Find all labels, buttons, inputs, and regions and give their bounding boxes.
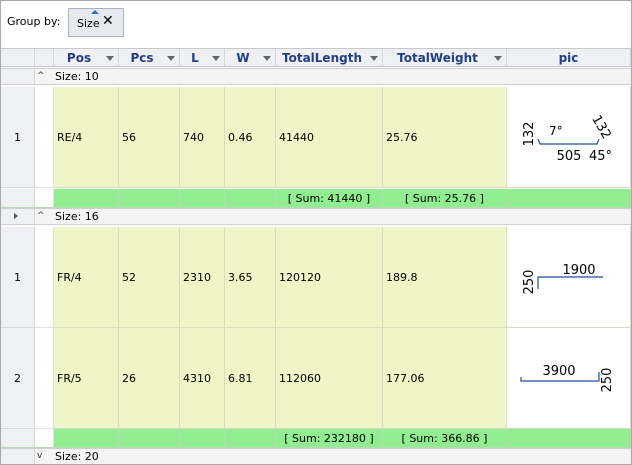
group-chip-label: Size [77,17,100,30]
cell-pos[interactable]: FR/4 [54,227,119,328]
filter-icon[interactable] [106,56,114,61]
bending-shape-drawing: 3900 250 [520,364,615,392]
table-row[interactable]: 1 RE/4 56 740 0.46 41440 25.76 132 7° 50… [1,87,631,188]
filter-icon[interactable] [212,56,220,61]
sum-total-weight: [ Sum: 25.76 ] [383,189,507,208]
header-indent [35,49,54,67]
cell-l[interactable]: 2310 [180,227,225,328]
cell-pcs[interactable]: 52 [119,227,180,328]
filter-icon[interactable] [167,56,175,61]
group-label: Size: 20 [55,450,99,463]
group-row-size-20[interactable]: v Size: 20 [1,448,631,464]
group-summary-row: [ Sum: 232180 ] [ Sum: 366.86 ] [1,429,631,448]
group-label: Size: 16 [55,210,99,223]
cell-total-weight[interactable]: 177.06 [383,328,507,429]
cell-pos[interactable]: FR/5 [54,328,119,429]
group-by-panel: Group by: Size ✕ [1,1,631,49]
header-pcs[interactable]: Pcs [119,49,180,67]
dim-left: 250 [522,269,537,294]
group-row-size-16[interactable]: ^ Size: 16 [1,208,631,225]
cell-total-weight[interactable]: 25.76 [383,87,507,188]
row-indent [35,227,54,328]
filter-icon[interactable] [370,56,378,61]
row-indent [35,87,54,188]
expand-icon[interactable]: v [37,449,42,464]
group-chip-size[interactable]: Size ✕ [68,8,124,37]
cell-pcs[interactable]: 26 [119,328,180,429]
dim-top: 3900 [542,364,575,379]
cell-pos[interactable]: RE/4 [54,87,119,188]
cell-l[interactable]: 4310 [180,328,225,429]
cell-w[interactable]: 3.65 [225,227,276,328]
table-row[interactable]: 2 FR/5 26 4310 6.81 112060 177.06 3900 2… [1,328,631,429]
dim-left: 132 [522,121,537,146]
grid-control: Group by: Size ✕ Pos Pcs L W TotalLength… [0,0,632,465]
current-row-icon [14,213,18,219]
cell-pic[interactable]: 3900 250 [507,328,631,429]
row-number: 2 [1,328,35,429]
dim-bottom: 505 [557,149,582,164]
row-number: 1 [1,227,35,328]
sum-total-length: [ Sum: 232180 ] [276,429,383,448]
cell-l[interactable]: 740 [180,87,225,188]
group-row-size-10[interactable]: ^ Size: 10 [1,68,631,85]
cell-total-length[interactable]: 41440 [276,87,383,188]
sum-total-length: [ Sum: 41440 ] [276,189,383,208]
header-pic[interactable]: pic [507,49,631,67]
cell-w[interactable]: 0.46 [225,87,276,188]
header-total-weight[interactable]: TotalWeight [383,49,507,67]
angle-left: 7° [549,124,563,138]
row-indicator [1,209,35,224]
header-pos[interactable]: Pos [54,49,119,67]
cell-total-weight[interactable]: 189.8 [383,227,507,328]
row-indent [35,328,54,429]
table-row[interactable]: 1 FR/4 52 2310 3.65 120120 189.8 250 190… [1,227,631,328]
dim-top: 1900 [562,263,595,278]
sum-total-weight: [ Sum: 366.86 ] [383,429,507,448]
bending-shape-drawing: 132 7° 505 132 45° [522,112,614,164]
row-indicator [1,69,35,84]
angle-right: 45° [589,149,612,164]
header-w[interactable]: W [225,49,276,67]
header-row-indicator [1,49,35,67]
cell-pic[interactable]: 132 7° 505 132 45° [507,87,631,188]
cell-pic[interactable]: 250 1900 [507,227,631,328]
group-by-label: Group by: [7,15,61,28]
group-summary-row: [ Sum: 41440 ] [ Sum: 25.76 ] [1,189,631,208]
dim-right: 132 [588,112,613,141]
bending-shape-drawing: 250 1900 [522,263,603,294]
cell-w[interactable]: 6.81 [225,328,276,429]
collapse-icon[interactable]: ^ [37,69,45,84]
remove-group-icon[interactable]: ✕ [102,13,114,29]
cell-total-length[interactable]: 112060 [276,328,383,429]
filter-icon[interactable] [494,56,502,61]
column-header-row: Pos Pcs L W TotalLength TotalWeight pic [1,49,631,68]
collapse-icon[interactable]: ^ [37,209,45,224]
filter-icon[interactable] [263,56,271,61]
row-indicator [1,449,35,464]
row-number: 1 [1,87,35,188]
header-l[interactable]: L [180,49,225,67]
cell-total-length[interactable]: 120120 [276,227,383,328]
cell-pcs[interactable]: 56 [119,87,180,188]
group-label: Size: 10 [55,70,99,83]
dim-right: 250 [600,367,615,392]
sort-ascending-icon [91,10,99,14]
header-total-length[interactable]: TotalLength [276,49,383,67]
